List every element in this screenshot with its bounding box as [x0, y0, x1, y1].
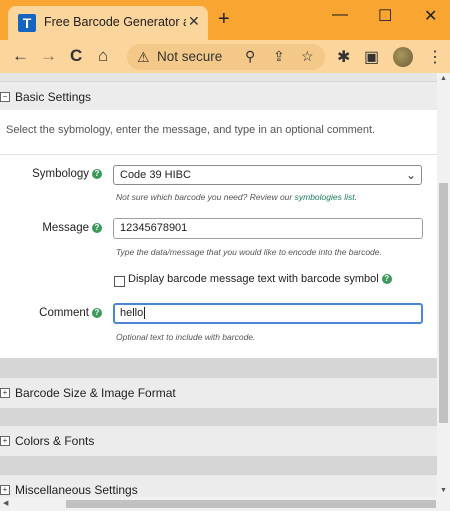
- browser-titlebar: T Free Barcode Generator and B ✕ + — ☐ ✕: [0, 0, 450, 40]
- section-title: Barcode Size & Image Format: [15, 386, 176, 400]
- minimize-button[interactable]: —: [332, 6, 348, 24]
- site-favicon-icon: T: [18, 14, 36, 32]
- section-colors-fonts[interactable]: + Colors & Fonts: [0, 425, 437, 457]
- close-window-button[interactable]: ✕: [424, 6, 437, 26]
- share-icon[interactable]: ⇪: [273, 48, 285, 65]
- forward-icon[interactable]: →: [40, 47, 57, 65]
- message-hint: Type the data/message that you would lik…: [116, 247, 382, 257]
- scrollbar-thumb[interactable]: [66, 500, 436, 508]
- reload-icon[interactable]: C: [70, 47, 82, 65]
- comment-label: Comment?: [39, 307, 102, 319]
- menu-icon[interactable]: ⋮: [427, 47, 443, 67]
- divider: [0, 154, 437, 155]
- vertical-scrollbar[interactable]: ▲ ▼: [437, 73, 450, 511]
- comment-input[interactable]: hello: [113, 303, 423, 324]
- back-icon[interactable]: ←: [12, 47, 29, 65]
- help-icon[interactable]: ?: [92, 307, 102, 318]
- page-content: − Basic Settings Select the sybmology, e…: [0, 73, 437, 511]
- symbologies-list-link[interactable]: symbologies list: [295, 192, 355, 202]
- symbology-value: Code 39 HIBC: [120, 169, 191, 181]
- address-bar[interactable]: ⚠ Not secure ⚲ ⇪ ☆: [127, 44, 325, 70]
- symbology-hint: Not sure which barcode you need? Review …: [116, 192, 357, 202]
- divider: [0, 358, 437, 378]
- symbology-select[interactable]: Code 39 HIBC ⌄: [113, 165, 422, 185]
- zoom-icon[interactable]: ⚲: [245, 48, 255, 65]
- expand-icon[interactable]: +: [0, 388, 10, 398]
- message-input[interactable]: 12345678901: [113, 218, 423, 239]
- browser-toolbar: ← → C ⌂ ⚠ Not secure ⚲ ⇪ ☆ ✱ ▣ ⋮: [0, 40, 450, 73]
- chevron-down-icon: ⌄: [405, 168, 416, 182]
- side-panel-icon[interactable]: ▣: [364, 47, 379, 67]
- help-icon[interactable]: ?: [381, 274, 392, 285]
- symbology-label: Symbology?: [32, 168, 102, 180]
- comment-hint: Optional text to include with barcode.: [116, 332, 256, 342]
- section-title: Colors & Fonts: [15, 434, 95, 448]
- extensions-icon[interactable]: ✱: [337, 47, 350, 67]
- expand-icon[interactable]: +: [0, 436, 10, 446]
- bookmark-star-icon[interactable]: ☆: [301, 48, 314, 65]
- maximize-button[interactable]: ☐: [378, 6, 392, 26]
- message-label: Message?: [42, 222, 102, 234]
- horizontal-scrollbar[interactable]: ◀: [0, 497, 437, 511]
- expand-icon[interactable]: +: [0, 485, 10, 495]
- scroll-up-icon[interactable]: ▲: [440, 75, 447, 82]
- new-tab-button[interactable]: +: [218, 9, 230, 29]
- divider: [0, 456, 437, 474]
- home-icon[interactable]: ⌂: [98, 47, 108, 65]
- help-icon[interactable]: ?: [92, 222, 102, 233]
- scroll-down-icon[interactable]: ▼: [440, 487, 447, 494]
- help-icon[interactable]: ?: [92, 168, 102, 179]
- section-title: Basic Settings: [15, 90, 92, 104]
- profile-avatar[interactable]: [393, 47, 413, 67]
- divider: [0, 408, 437, 426]
- display-text-checkbox[interactable]: [114, 276, 125, 287]
- scroll-left-icon[interactable]: ◀: [3, 499, 8, 507]
- section-barcode-size[interactable]: + Barcode Size & Image Format: [0, 377, 437, 409]
- url-text[interactable]: Not secure: [157, 49, 242, 64]
- basic-settings-intro: Select the sybmology, enter the message,…: [6, 124, 376, 136]
- warning-icon[interactable]: ⚠: [137, 49, 150, 66]
- display-text-label[interactable]: Display barcode message text with barcod…: [128, 273, 392, 285]
- section-title: Miscellaneous Settings: [15, 483, 138, 497]
- scrollbar-thumb[interactable]: [439, 183, 448, 423]
- collapse-icon[interactable]: −: [0, 92, 10, 102]
- browser-tab[interactable]: T Free Barcode Generator and B ✕: [8, 6, 208, 40]
- tab-close-icon[interactable]: ✕: [188, 13, 200, 30]
- basic-settings-panel: Select the sybmology, enter the message,…: [0, 110, 437, 358]
- tab-title: Free Barcode Generator and B: [44, 15, 186, 29]
- section-basic-settings[interactable]: − Basic Settings: [0, 81, 437, 113]
